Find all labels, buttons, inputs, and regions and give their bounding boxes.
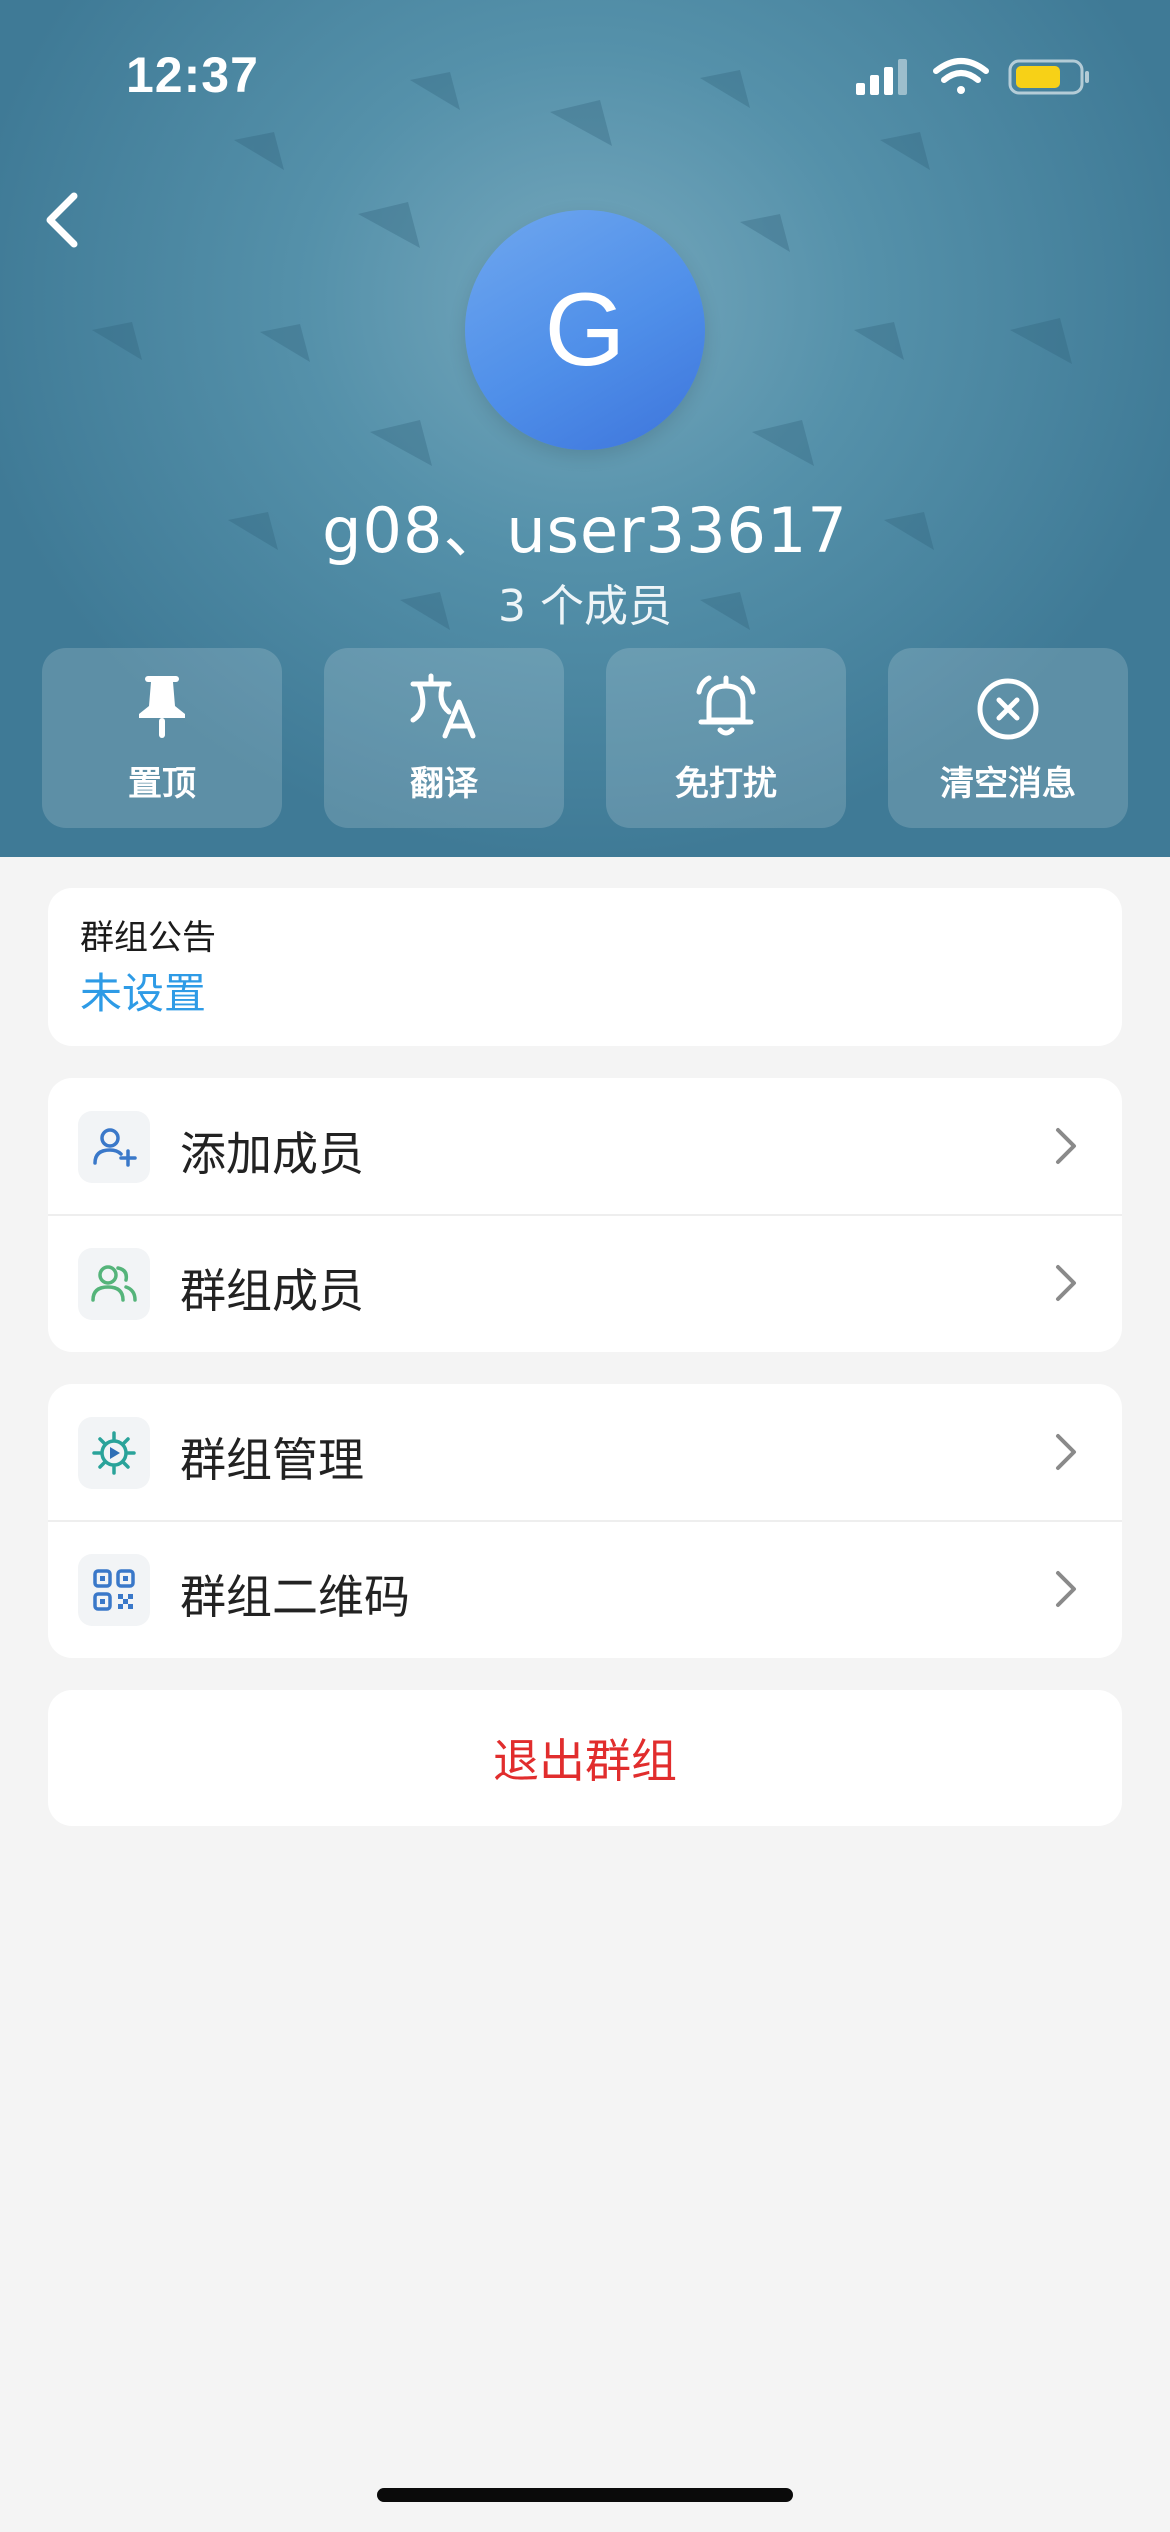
group-notice-card[interactable]: 群组公告 未设置 [48,888,1122,1046]
status-icons [856,58,1089,95]
group-members-row[interactable]: 群组成员 [48,1215,1122,1352]
chevron-right-icon [1056,1434,1076,1470]
cellular-signal-icon [856,59,907,95]
translate-icon [410,673,476,739]
chevron-right-icon [1056,1265,1076,1301]
group-qrcode-icon-box [78,1554,150,1626]
mute-label: 免打扰 [675,764,777,804]
status-time: 12:37 [126,47,259,103]
pin-label: 置顶 [128,764,196,804]
member-count: 3 个成员 [498,581,672,632]
clear-messages-label: 清空消息 [940,764,1076,804]
home-indicator[interactable] [377,2488,793,2502]
group-header: 12:37 G g08、user33617 3 个成员 置顶 翻译 免打扰 清空… [0,0,1170,857]
translate-button[interactable]: 翻译 [324,648,564,828]
exit-group-label: 退出群组 [493,1734,677,1788]
quick-actions: 置顶 翻译 免打扰 清空消息 [42,648,1128,828]
manage-menu-card: 群组管理 群组二维码 [48,1384,1122,1658]
pin-icon [139,676,185,738]
members-menu-card: 添加成员 群组成员 [48,1078,1122,1352]
group-avatar: G [465,210,705,450]
gear-icon [92,1431,136,1475]
battery-icon [1008,59,1089,95]
add-user-icon [93,1128,137,1167]
group-qrcode-label: 群组二维码 [180,1570,410,1624]
bell-icon [696,675,756,736]
chevron-right-icon [1056,1571,1076,1607]
avatar-letter: G [544,271,626,388]
group-manage-icon-box [78,1417,150,1489]
add-member-icon-box [78,1111,150,1183]
clear-circle-icon [977,678,1039,740]
wifi-icon [933,58,989,94]
exit-group-button[interactable]: 退出群组 [48,1690,1122,1826]
group-manage-label: 群组管理 [180,1433,364,1487]
pin-button[interactable]: 置顶 [42,648,282,828]
back-chevron-icon[interactable] [34,180,94,260]
add-member-row[interactable]: 添加成员 [48,1078,1122,1216]
status-bar: 12:37 [0,0,1170,150]
group-members-icon-box [78,1248,150,1320]
mute-button[interactable]: 免打扰 [606,648,846,828]
translate-label: 翻译 [410,764,478,804]
notice-value: 未设置 [80,969,207,1018]
group-manage-row[interactable]: 群组管理 [48,1384,1122,1522]
qr-code-icon [93,1569,135,1611]
group-users-icon [91,1265,137,1302]
group-members-label: 群组成员 [180,1264,364,1318]
group-name: g08、user33617 [322,494,848,567]
chevron-right-icon [1056,1128,1076,1164]
notice-title: 群组公告 [80,918,216,958]
clear-messages-button[interactable]: 清空消息 [888,648,1128,828]
add-member-label: 添加成员 [180,1127,364,1181]
group-qrcode-row[interactable]: 群组二维码 [48,1521,1122,1658]
